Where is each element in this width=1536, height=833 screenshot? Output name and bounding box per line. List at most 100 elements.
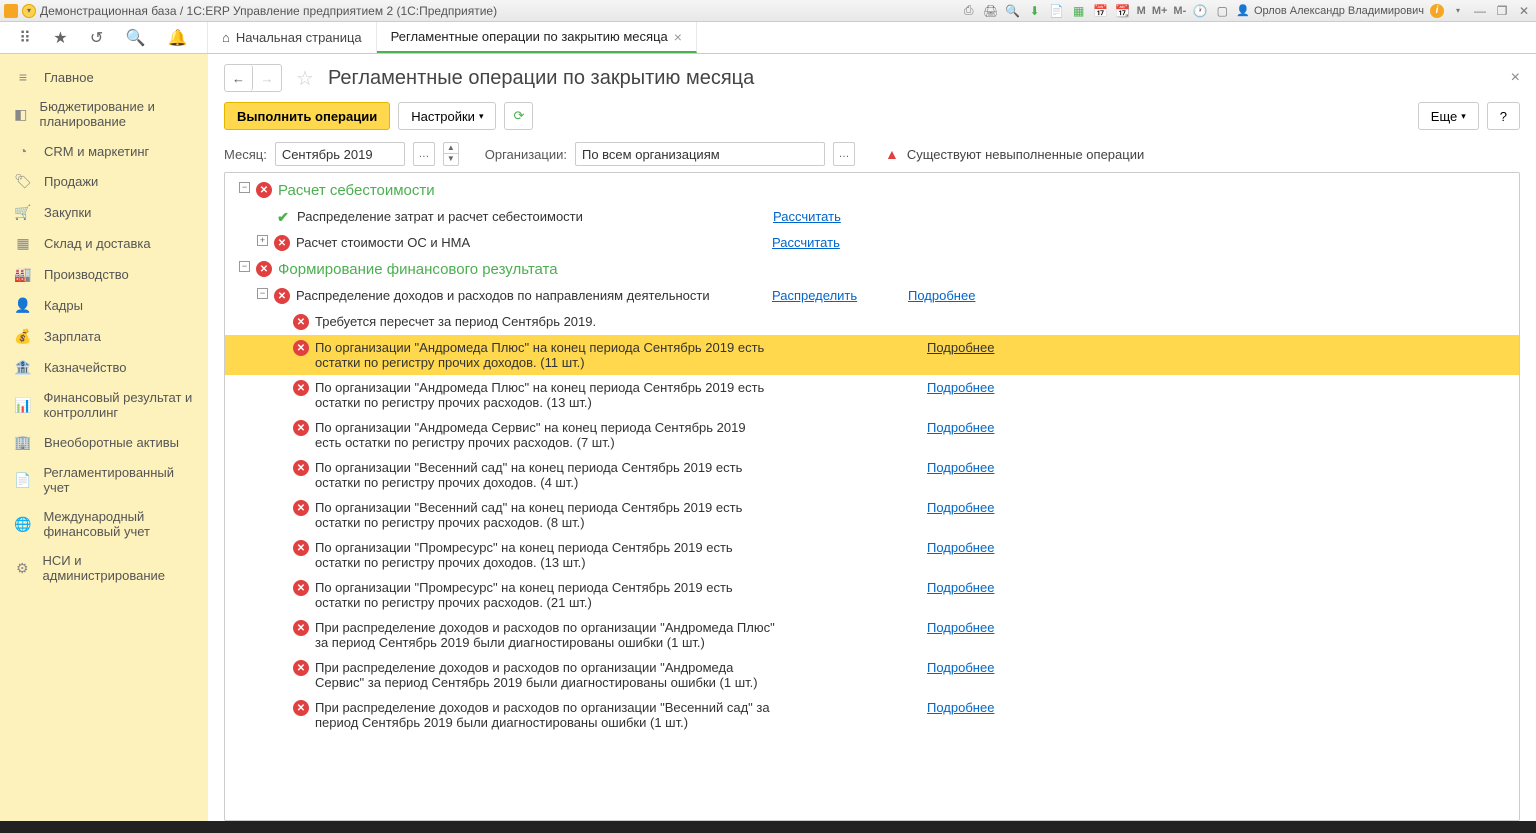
toolbar-date-icon[interactable]: 📆 bbox=[1115, 3, 1131, 19]
execute-operations-button[interactable]: Выполнить операции bbox=[224, 102, 390, 130]
help-button[interactable]: ? bbox=[1487, 102, 1520, 130]
memory-m-plus[interactable]: M+ bbox=[1152, 5, 1168, 17]
month-clear-button[interactable]: … bbox=[413, 142, 435, 166]
info-icon[interactable]: i bbox=[1430, 4, 1444, 18]
favorites-icon[interactable]: ★ bbox=[53, 28, 67, 48]
toolbar-calc-icon[interactable]: ▦ bbox=[1071, 3, 1087, 19]
toolbar-calendar-icon[interactable]: 📅 bbox=[1093, 3, 1109, 19]
row-os-nma-cost[interactable]: + ✕ Расчет стоимости ОС и НМА Рассчитать bbox=[225, 230, 1519, 256]
sidebar-label: Производство bbox=[44, 267, 129, 282]
app-menu-dropdown[interactable]: ▾ bbox=[22, 4, 36, 18]
details-link[interactable]: Подробнее bbox=[927, 420, 994, 435]
sidebar-item-14[interactable]: ⚙НСИ и администрирование bbox=[0, 546, 208, 590]
collapse-icon[interactable]: − bbox=[239, 261, 250, 272]
collapse-icon[interactable]: − bbox=[239, 182, 250, 193]
toolbar-clock-icon[interactable]: 🕐 bbox=[1192, 3, 1208, 19]
toolbar-icon-5[interactable]: 📄 bbox=[1049, 3, 1065, 19]
memory-m-minus[interactable]: M- bbox=[1173, 5, 1186, 17]
sidebar-item-7[interactable]: 👤Кадры bbox=[0, 290, 208, 321]
row-promresurs-income[interactable]: ✕ По организации "Промресурс" на конец п… bbox=[225, 535, 1519, 575]
details-link[interactable]: Подробнее bbox=[927, 540, 994, 555]
step-down-icon[interactable]: ▼ bbox=[444, 154, 458, 165]
row-andromeda-plus-errors[interactable]: ✕ При распределение доходов и расходов п… bbox=[225, 615, 1519, 655]
sidebar-item-10[interactable]: 📊Финансовый результат и контроллинг bbox=[0, 383, 208, 427]
operations-tree[interactable]: − ✕ Расчет себестоимости ✔ Распределение… bbox=[225, 173, 1519, 820]
group-financial-result[interactable]: − ✕ Формирование финансового результата bbox=[225, 256, 1519, 283]
sidebar-item-1[interactable]: ◧Бюджетирование и планирование bbox=[0, 92, 208, 136]
sidebar-item-4[interactable]: 🛒Закупки bbox=[0, 197, 208, 228]
sidebar-item-0[interactable]: ≡Главное bbox=[0, 62, 208, 92]
notifications-icon[interactable]: 🔔 bbox=[168, 28, 188, 48]
collapse-icon[interactable]: − bbox=[257, 288, 268, 299]
sidebar-item-5[interactable]: ▦Склад и доставка bbox=[0, 228, 208, 259]
row-spring-garden-income[interactable]: ✕ По организации "Весенний сад" на конец… bbox=[225, 455, 1519, 495]
apps-icon[interactable]: ⠿ bbox=[19, 28, 31, 48]
sidebar-item-11[interactable]: 🏢Внеоборотные активы bbox=[0, 427, 208, 458]
tab-month-closing[interactable]: Регламентные операции по закрытию месяца… bbox=[377, 22, 697, 53]
details-link[interactable]: Подробнее bbox=[908, 288, 975, 303]
sidebar-item-3[interactable]: 🏷Продажи bbox=[0, 166, 208, 197]
sidebar-item-2[interactable]: ◔CRM и маркетинг bbox=[0, 136, 208, 166]
history-icon[interactable]: ↺ bbox=[90, 28, 103, 48]
toolbar-icon-4[interactable]: ⬇ bbox=[1027, 3, 1043, 19]
row-promresurs-expense[interactable]: ✕ По организации "Промресурс" на конец п… bbox=[225, 575, 1519, 615]
sidebar-label: Главное bbox=[44, 70, 94, 85]
tab-home[interactable]: ⌂ Начальная страница bbox=[208, 22, 377, 53]
row-income-distribution[interactable]: − ✕ Распределение доходов и расходов по … bbox=[225, 283, 1519, 309]
details-link[interactable]: Подробнее bbox=[927, 380, 994, 395]
expand-icon[interactable]: + bbox=[257, 235, 268, 246]
favorite-star-icon[interactable]: ☆ bbox=[296, 66, 314, 91]
org-select-button[interactable]: … bbox=[833, 142, 855, 166]
month-field[interactable]: Сентябрь 2019 bbox=[275, 142, 405, 166]
content-close-icon[interactable]: × bbox=[1511, 69, 1520, 87]
row-spring-garden-errors[interactable]: ✕ При распределение доходов и расходов п… bbox=[225, 695, 1519, 735]
row-andromeda-plus-expense[interactable]: ✕ По организации "Андромеда Плюс" на кон… bbox=[225, 375, 1519, 415]
details-link[interactable]: Подробнее bbox=[927, 620, 994, 635]
org-field[interactable]: По всем организациям bbox=[575, 142, 825, 166]
row-recalc-needed[interactable]: ✕ Требуется пересчет за период Сентябрь … bbox=[225, 309, 1519, 335]
nav-back-button[interactable]: ← bbox=[225, 65, 253, 91]
details-link[interactable]: Подробнее bbox=[927, 700, 994, 715]
search-icon[interactable]: 🔍 bbox=[126, 28, 146, 48]
group-cost-calc[interactable]: − ✕ Расчет себестоимости bbox=[225, 177, 1519, 204]
row-label: Распределение затрат и расчет себестоимо… bbox=[297, 209, 767, 224]
month-stepper[interactable]: ▲▼ bbox=[443, 142, 459, 166]
row-cost-distribution[interactable]: ✔ Распределение затрат и расчет себестои… bbox=[225, 204, 1519, 230]
window-close[interactable]: ✕ bbox=[1516, 3, 1532, 19]
details-link[interactable]: Подробнее bbox=[927, 660, 994, 675]
sidebar-item-9[interactable]: 🏦Казначейство bbox=[0, 352, 208, 383]
toolbar-panels-icon[interactable]: ▢ bbox=[1214, 3, 1230, 19]
step-up-icon[interactable]: ▲ bbox=[444, 143, 458, 154]
row-andromeda-plus-income[interactable]: ✕ По организации "Андромеда Плюс" на кон… bbox=[225, 335, 1519, 375]
details-link[interactable]: Подробнее bbox=[927, 500, 994, 515]
info-dropdown[interactable]: ▾ bbox=[1450, 3, 1466, 19]
sidebar-item-13[interactable]: 🌐Международный финансовый учет bbox=[0, 502, 208, 546]
row-andromeda-service-errors[interactable]: ✕ При распределение доходов и расходов п… bbox=[225, 655, 1519, 695]
nav-forward-button[interactable]: → bbox=[253, 65, 281, 91]
row-spring-garden-expense[interactable]: ✕ По организации "Весенний сад" на конец… bbox=[225, 495, 1519, 535]
toolbar-icon-2[interactable]: 🖨 bbox=[983, 3, 999, 19]
toolbar-icon-1[interactable]: ⎙ bbox=[961, 3, 977, 19]
details-link[interactable]: Подробнее bbox=[927, 460, 994, 475]
user-menu[interactable]: 👤 Орлов Александр Владимирович bbox=[1236, 4, 1424, 17]
error-icon: ✕ bbox=[274, 288, 290, 304]
tab-close-icon[interactable]: × bbox=[674, 29, 682, 45]
memory-m[interactable]: M bbox=[1137, 5, 1146, 17]
row-andromeda-service-expense[interactable]: ✕ По организации "Андромеда Сервис" на к… bbox=[225, 415, 1519, 455]
toolbar-icon-3[interactable]: 🔍 bbox=[1005, 3, 1021, 19]
calculate-link[interactable]: Рассчитать bbox=[772, 235, 840, 250]
more-dropdown-button[interactable]: Еще ▾ bbox=[1418, 102, 1479, 130]
sidebar-item-8[interactable]: 💰Зарплата bbox=[0, 321, 208, 352]
distribute-link[interactable]: Распределить bbox=[772, 288, 857, 303]
sidebar-icon: 💰 bbox=[14, 328, 32, 345]
window-restore[interactable]: ❐ bbox=[1494, 3, 1510, 19]
window-minimize[interactable]: — bbox=[1472, 3, 1488, 19]
details-link[interactable]: Подробнее bbox=[927, 340, 994, 355]
sidebar-icon: 👤 bbox=[14, 297, 32, 314]
sidebar-item-6[interactable]: 🏭Производство bbox=[0, 259, 208, 290]
details-link[interactable]: Подробнее bbox=[927, 580, 994, 595]
calculate-link[interactable]: Рассчитать bbox=[773, 209, 841, 224]
refresh-button[interactable]: ⟳ bbox=[504, 102, 533, 130]
settings-dropdown-button[interactable]: Настройки ▾ bbox=[398, 102, 496, 130]
sidebar-item-12[interactable]: 📄Регламентированный учет bbox=[0, 458, 208, 502]
